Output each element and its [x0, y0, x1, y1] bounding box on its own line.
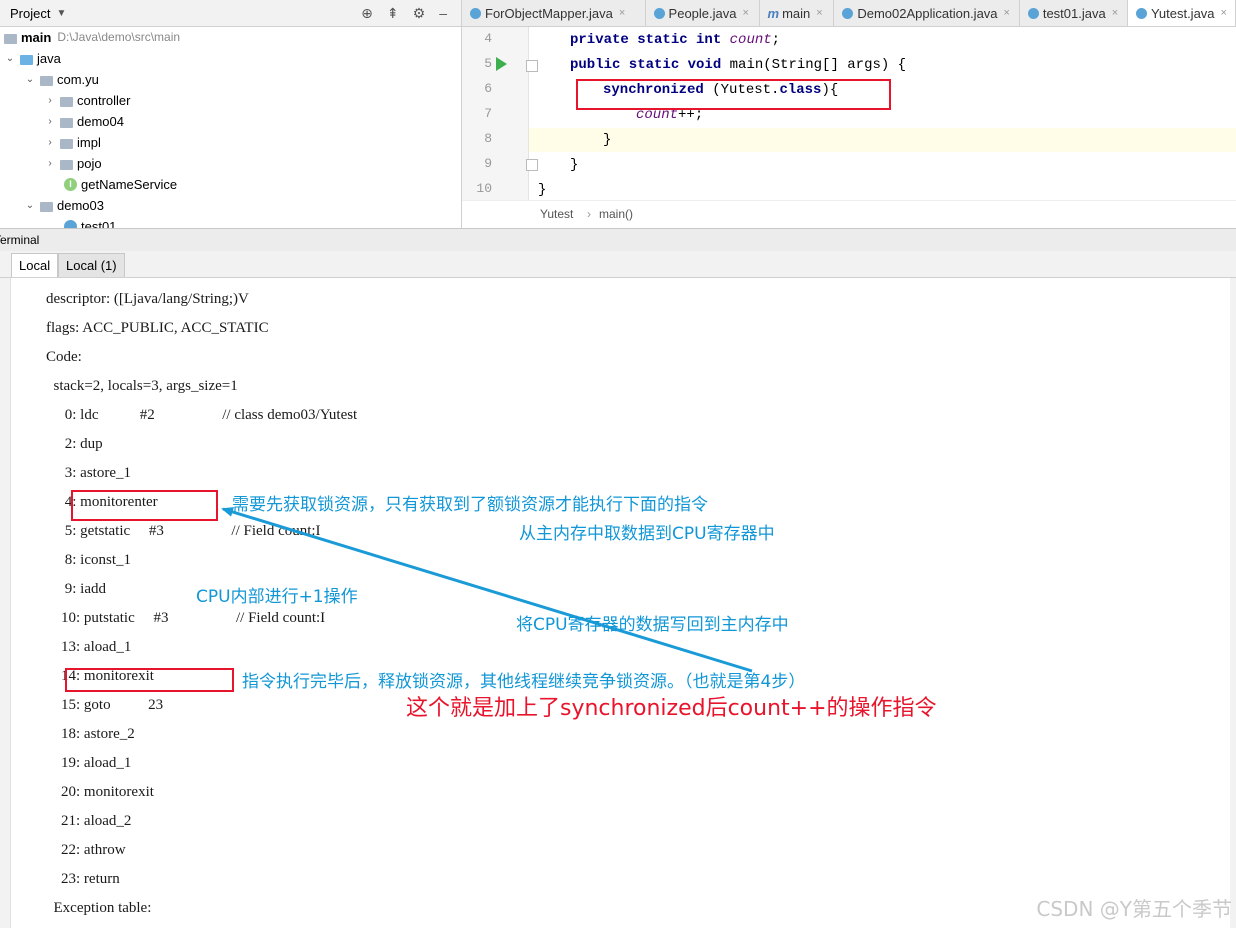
annotation-arrows — [221, 507, 753, 673]
annotation-monitorexit: 指令执行完毕后，释放锁资源，其他线程继续竞争锁资源。（也就是第4步） — [242, 672, 806, 692]
annotation-getstatic: 从主内存中取数据到CPU寄存器中 — [519, 524, 775, 544]
annotation-monitorenter: 需要先获取锁资源，只有获取到了额锁资源才能执行下面的指令 — [232, 495, 708, 515]
annotation-putstatic: 将CPU寄存器的数据写回到主内存中 — [516, 615, 789, 635]
annotation-iadd: CPU内部进行+1操作 — [196, 587, 358, 607]
watermark: CSDN @Y第五个季节 — [1036, 897, 1232, 921]
annotation-summary: 这个就是加上了synchronized后count++的操作指令 — [406, 696, 937, 721]
